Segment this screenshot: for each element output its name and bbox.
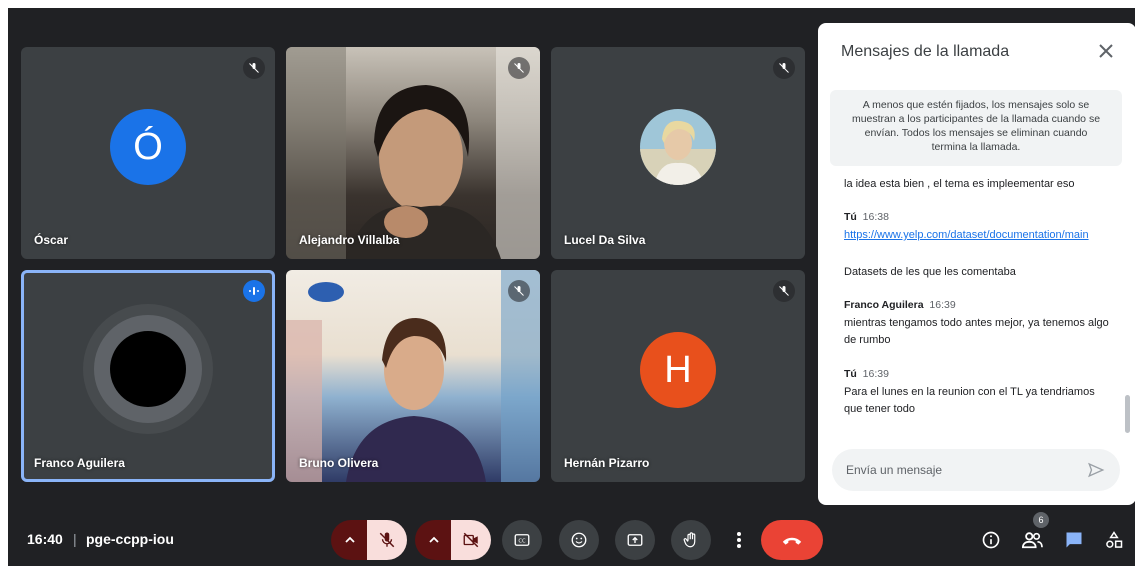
- avatar: [640, 109, 716, 185]
- hand-icon: [683, 532, 696, 548]
- chat-message-text: mientras tengamos todo antes mejor, ya t…: [844, 317, 1109, 346]
- meeting-details-button[interactable]: [977, 520, 1005, 560]
- mic-off-icon: [508, 280, 530, 302]
- chat-button[interactable]: [1060, 520, 1088, 560]
- emoji-icon: [571, 532, 587, 548]
- chevron-up-icon: [429, 536, 439, 543]
- chat-time: 16:39: [929, 299, 956, 311]
- chat-sender: Tú: [844, 368, 857, 380]
- chat-message-link[interactable]: https://www.yelp.com/dataset/documentati…: [844, 226, 1108, 244]
- participant-tile-oscar[interactable]: Ó Óscar: [21, 47, 275, 259]
- more-options-button[interactable]: [725, 520, 753, 560]
- avatar: H: [640, 332, 716, 408]
- participant-tile-lucel[interactable]: Lucel Da Silva: [551, 47, 805, 259]
- svg-text:CC: CC: [518, 539, 526, 545]
- participant-tile-bruno[interactable]: Bruno Olivera: [286, 270, 540, 482]
- chat-panel-title: Mensajes de la llamada: [841, 43, 1010, 60]
- chat-composer: [832, 449, 1120, 491]
- participant-tile-alejandro[interactable]: Alejandro Villalba: [286, 47, 540, 259]
- activities-button[interactable]: [1100, 520, 1128, 560]
- camera-toggle-button[interactable]: [451, 520, 491, 560]
- activities-icon: [1106, 531, 1123, 548]
- people-button[interactable]: [1018, 520, 1046, 560]
- present-icon: [627, 534, 643, 546]
- meeting-code: pge-ccpp-iou: [86, 531, 174, 547]
- reactions-button[interactable]: [559, 520, 599, 560]
- chat-message-text: Datasets de les que les comentaba: [844, 266, 1016, 278]
- chat-message-header: Franco Aguilera 16:39: [844, 299, 956, 311]
- chat-sender: Tú: [844, 211, 857, 223]
- audio-level-icon: [243, 280, 265, 302]
- send-icon[interactable]: [1084, 458, 1108, 482]
- camera-off-icon: [463, 532, 479, 548]
- chat-time: 16:38: [862, 211, 889, 223]
- chat-message-text: Para el lunes en la reunion con el TL ya…: [844, 386, 1095, 415]
- video-feed: [286, 47, 540, 259]
- chat-scrollbar[interactable]: [1125, 395, 1130, 433]
- participant-name: Bruno Olivera: [299, 456, 379, 470]
- video-feed: [286, 270, 540, 482]
- leave-call-button[interactable]: [761, 520, 823, 560]
- participant-tile-franco[interactable]: Franco Aguilera: [21, 270, 275, 482]
- mic-off-icon: [243, 57, 265, 79]
- chat-icon: [1066, 532, 1082, 548]
- raise-hand-button[interactable]: [671, 520, 711, 560]
- avatar: [110, 331, 186, 407]
- participant-name: Franco Aguilera: [34, 456, 125, 470]
- chat-input[interactable]: [846, 449, 1076, 491]
- chat-message-text: la idea esta bien , el tema es impleemen…: [844, 178, 1075, 190]
- mic-off-icon: [773, 57, 795, 79]
- closed-captions-icon: CC: [514, 534, 530, 546]
- close-icon[interactable]: [1094, 39, 1118, 63]
- mic-off-icon: [379, 532, 395, 548]
- info-icon: [982, 531, 1000, 549]
- people-icon: [1021, 532, 1043, 549]
- participant-name: Hernán Pizarro: [564, 456, 650, 470]
- present-screen-button[interactable]: [615, 520, 655, 560]
- participant-name: Óscar: [34, 233, 69, 247]
- chat-sender: Franco Aguilera: [844, 299, 924, 311]
- chat-notice: A menos que estén fijados, los mensajes …: [830, 90, 1122, 166]
- chevron-up-icon: [345, 536, 355, 543]
- meeting-clock: 16:40: [27, 531, 63, 547]
- mic-toggle-button[interactable]: [367, 520, 407, 560]
- chat-message-header: Tú 16:39: [844, 368, 889, 380]
- hang-up-icon: [782, 537, 802, 545]
- mic-off-icon: [773, 280, 795, 302]
- camera-options-button[interactable]: [415, 520, 453, 560]
- captions-button[interactable]: CC: [502, 520, 542, 560]
- separator: |: [73, 531, 77, 547]
- chat-panel: Mensajes de la llamada A menos que estén…: [818, 23, 1135, 505]
- participant-name: Alejandro Villalba: [299, 233, 400, 247]
- mic-off-icon: [508, 57, 530, 79]
- participant-tile-hernan[interactable]: H Hernán Pizarro: [551, 270, 805, 482]
- participant-name: Lucel Da Silva: [564, 233, 646, 247]
- mic-options-button[interactable]: [331, 520, 369, 560]
- avatar: Ó: [110, 109, 186, 185]
- more-vert-icon: [737, 532, 741, 548]
- chat-message-header: Tú 16:38: [844, 211, 889, 223]
- chat-time: 16:39: [862, 368, 889, 380]
